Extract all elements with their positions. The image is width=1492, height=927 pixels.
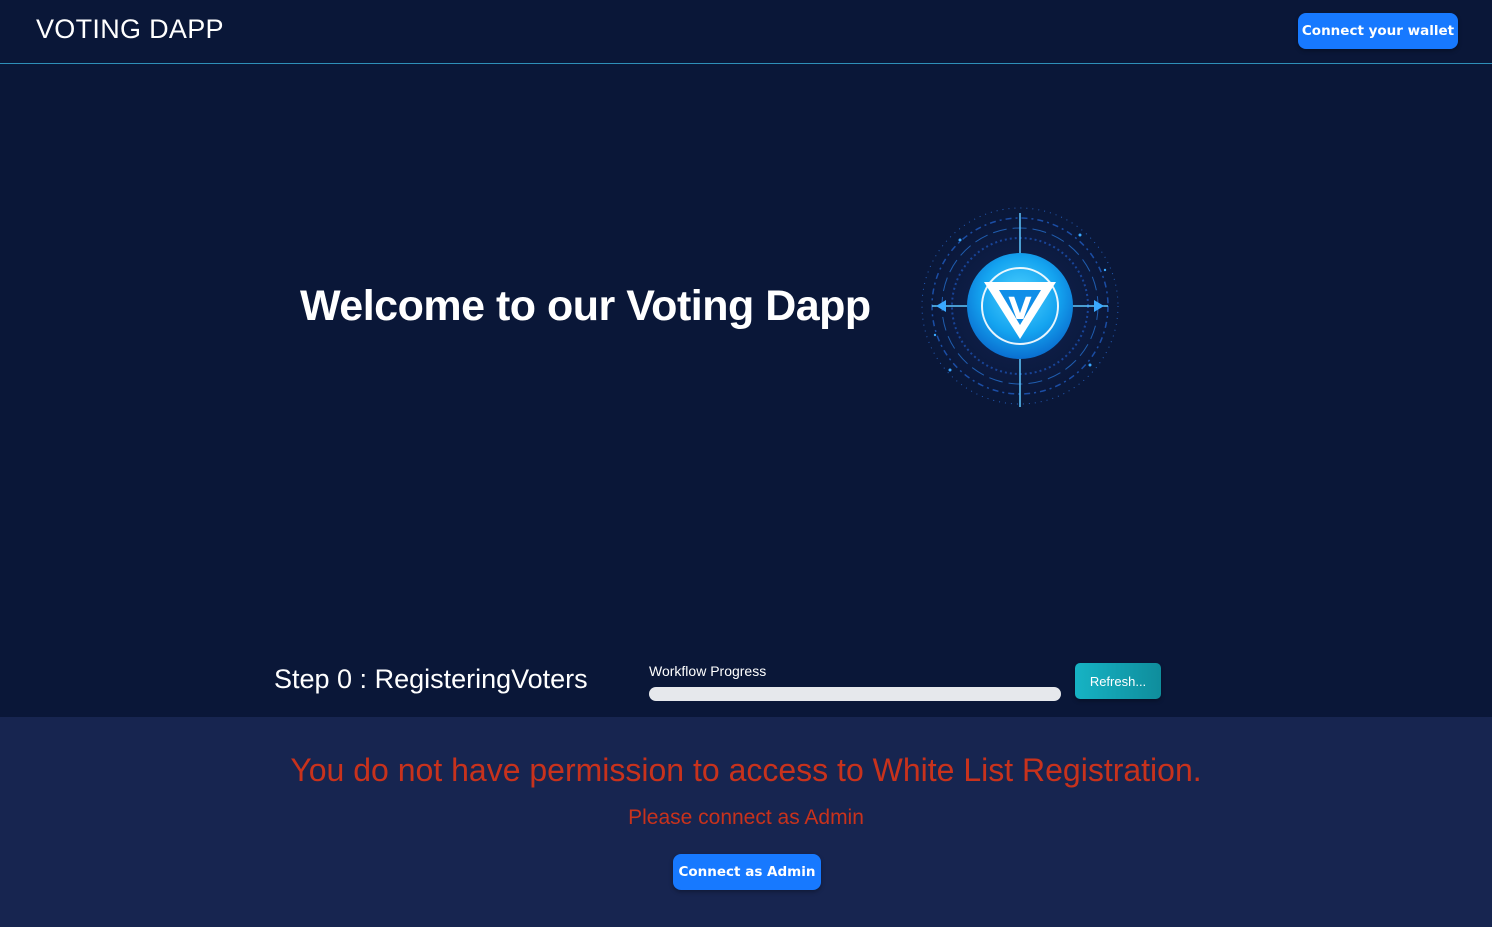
permission-error-message: You do not have permission to access to … <box>290 752 1202 788</box>
voting-logo-icon: V <box>910 196 1130 416</box>
voting-logo: V <box>900 195 1140 420</box>
brand-title: VOTING DAPP <box>36 14 224 44</box>
connect-admin-prompt: Please connect as Admin <box>628 806 864 829</box>
workflow-progress-label: Workflow Progress <box>649 663 767 679</box>
workflow-progress-bar <box>649 687 1061 701</box>
connect-wallet-button[interactable]: Connect your wallet <box>1298 13 1458 49</box>
logo-letter: V <box>1008 292 1032 327</box>
workflow-step-label: Step 0 : RegisteringVoters <box>274 664 588 694</box>
hero-title: Welcome to our Voting Dapp <box>300 282 871 330</box>
refresh-button[interactable]: Refresh... <box>1075 663 1161 699</box>
access-panel: You do not have permission to access to … <box>0 717 1492 927</box>
connect-admin-button[interactable]: Connect as Admin <box>673 854 821 890</box>
navbar: VOTING DAPP Connect your wallet <box>0 0 1492 64</box>
